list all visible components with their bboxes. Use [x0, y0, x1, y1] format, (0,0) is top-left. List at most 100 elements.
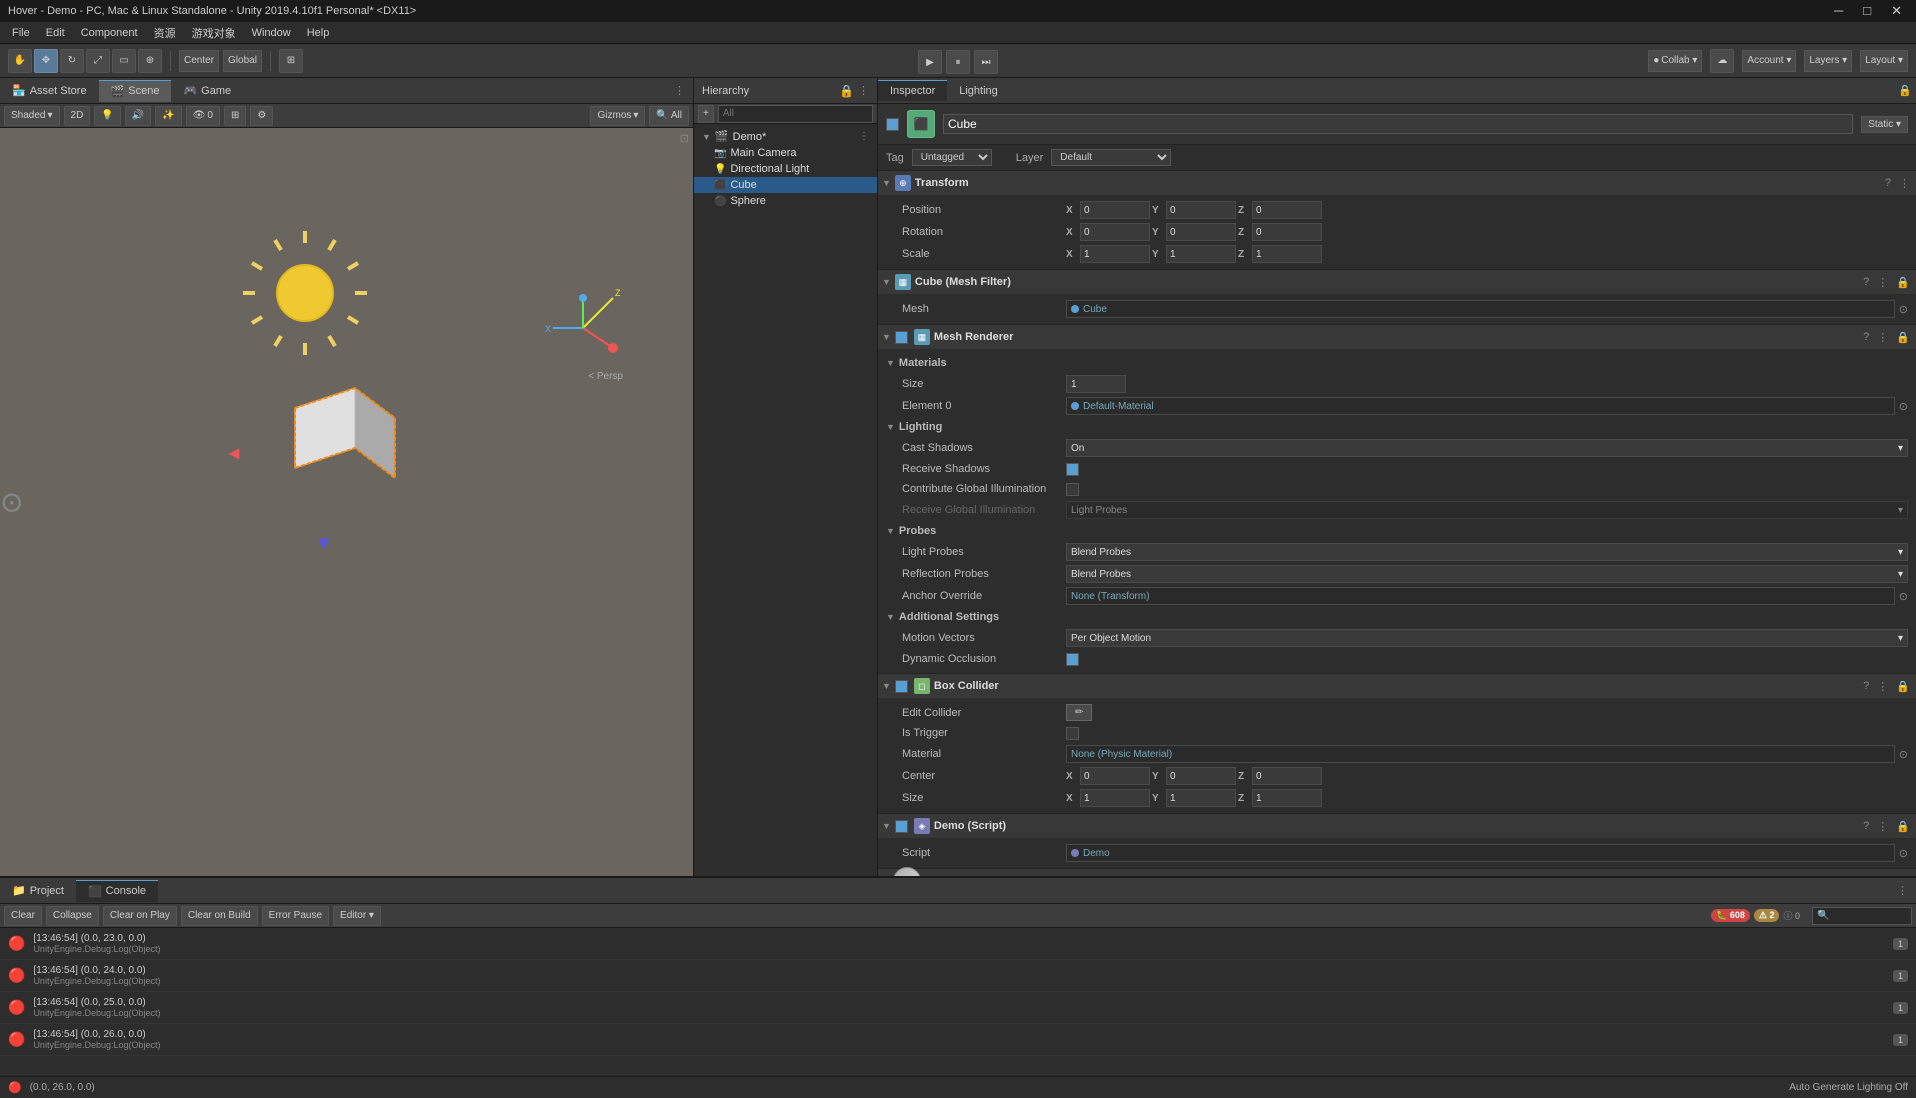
menu-edit[interactable]: Edit [38, 25, 73, 41]
scale-x-input[interactable] [1080, 245, 1150, 263]
hierarchy-item-directional-light[interactable]: 💡 Directional Light [694, 161, 877, 177]
console-search-input[interactable] [1812, 907, 1912, 925]
csize-z-input[interactable] [1252, 789, 1322, 807]
maximize-button[interactable]: □ [1857, 3, 1877, 19]
pause-button[interactable]: ⏸ [946, 50, 970, 74]
move-y-arrow[interactable]: ▼ [315, 533, 333, 554]
script-obj-field[interactable]: Demo [1066, 844, 1895, 862]
scene-panel-options[interactable]: ⋮ [666, 84, 693, 97]
inspector-lock-icon[interactable]: 🔒 [1898, 84, 1912, 97]
center-x-input[interactable] [1080, 767, 1150, 785]
position-z-input[interactable] [1252, 201, 1322, 219]
demo-script-help-btn[interactable]: ? [1861, 820, 1871, 833]
search-all-btn[interactable]: 🔍 All [649, 106, 689, 126]
center-y-input[interactable] [1166, 767, 1236, 785]
object-name-input[interactable] [943, 114, 1853, 134]
console-tab[interactable]: ⬛ Console [76, 880, 158, 902]
box-collider-settings-btn[interactable]: ⋮ [1875, 680, 1890, 693]
collider-material-field[interactable]: None (Physic Material) [1066, 745, 1895, 763]
mesh-filter-settings-btn[interactable]: ⋮ [1875, 276, 1890, 289]
play-button[interactable]: ▶ [918, 50, 942, 74]
mesh-filter-lock-btn[interactable]: 🔒 [1894, 276, 1912, 289]
log-entry-3[interactable]: 🔴 [13:46:54] (0.0, 26.0, 0.0) UnityEngin… [0, 1024, 1916, 1056]
edit-collider-button[interactable]: ✏ [1066, 704, 1092, 721]
inspector-tab[interactable]: Inspector [878, 80, 947, 101]
menu-component[interactable]: Component [73, 25, 146, 41]
box-collider-header[interactable]: ▼ ◻ Box Collider ? ⋮ 🔒 [878, 674, 1916, 698]
mesh-filter-help-btn[interactable]: ? [1861, 276, 1871, 289]
hidden-objects-btn[interactable]: 👁 0 [186, 106, 220, 126]
collider-material-select-btn[interactable]: ⊙ [1899, 748, 1908, 761]
step-button[interactable]: ⏭ [974, 50, 998, 74]
tag-select[interactable]: Untagged [912, 149, 992, 166]
reflection-probes-dropdown[interactable]: Blend Probes ▾ [1066, 565, 1908, 583]
scene-grid-btn[interactable]: ⊞ [224, 106, 246, 126]
transform-help-btn[interactable]: ? [1883, 177, 1893, 190]
rotation-x-input[interactable] [1080, 223, 1150, 241]
move-x-arrow[interactable]: ◄ [225, 443, 243, 464]
demo-script-settings-btn[interactable]: ⋮ [1875, 820, 1890, 833]
hierarchy-options[interactable]: ⋮ [858, 84, 869, 97]
additional-settings-header[interactable]: ▼ Additional Settings [878, 607, 1916, 627]
rotation-z-input[interactable] [1252, 223, 1322, 241]
clear-on-build-button[interactable]: Clear on Build [181, 906, 258, 926]
element0-select-btn[interactable]: ⊙ [1899, 400, 1908, 413]
minimize-button[interactable]: ─ [1828, 3, 1849, 19]
create-button[interactable]: + [698, 105, 714, 123]
anchor-select-btn[interactable]: ⊙ [1899, 590, 1908, 603]
rect-tool[interactable]: ▭ [112, 49, 136, 73]
demo-script-header[interactable]: ▼ ◈ Demo (Script) ? ⋮ 🔒 [878, 814, 1916, 838]
pivot-toggle[interactable]: Center [179, 50, 219, 72]
probes-section-header[interactable]: ▼ Probes [878, 521, 1916, 541]
custom-tool[interactable]: ⊕ [138, 49, 162, 73]
collapse-button[interactable]: Collapse [46, 906, 99, 926]
center-z-input[interactable] [1252, 767, 1322, 785]
layers-button[interactable]: Layers ▾ [1804, 50, 1852, 72]
hierarchy-search-input[interactable] [718, 105, 873, 123]
rotate-tool[interactable]: ↻ [60, 49, 84, 73]
static-button[interactable]: Static ▾ [1861, 116, 1908, 133]
hierarchy-item-sphere[interactable]: ⚫ Sphere [694, 193, 877, 209]
default-material-header[interactable]: ▶ Default-Material ⊙ [878, 869, 1916, 876]
clear-button[interactable]: Clear [4, 906, 42, 926]
audio-toggle[interactable]: 🔊 [125, 106, 151, 126]
hierarchy-item-main-camera[interactable]: 📷 Main Camera [694, 145, 877, 161]
size-input[interactable] [1066, 375, 1126, 393]
box-collider-enabled-checkbox[interactable] [895, 680, 908, 693]
log-entry-2[interactable]: 🔴 [13:46:54] (0.0, 25.0, 0.0) UnityEngin… [0, 992, 1916, 1024]
lighting-section-header[interactable]: ▼ Lighting [878, 417, 1916, 437]
clear-on-play-button[interactable]: Clear on Play [103, 906, 177, 926]
scale-z-input[interactable] [1252, 245, 1322, 263]
error-pause-button[interactable]: Error Pause [262, 906, 329, 926]
csize-y-input[interactable] [1166, 789, 1236, 807]
cast-shadows-dropdown[interactable]: On ▾ [1066, 439, 1908, 457]
scene-options-btn[interactable]: ⚙ [250, 106, 273, 126]
hierarchy-item-demo[interactable]: ▼ 🎬 Demo* ⋮ [694, 128, 877, 145]
lighting-toggle[interactable]: 💡 [94, 106, 120, 126]
hierarchy-lock[interactable]: 🔒 [839, 84, 854, 98]
asset-store-tab[interactable]: 🏪 Asset Store [0, 80, 99, 101]
mesh-obj-field[interactable]: Cube [1066, 300, 1895, 318]
demo-script-enabled-checkbox[interactable] [895, 820, 908, 833]
box-collider-help-btn[interactable]: ? [1861, 680, 1871, 693]
project-tab[interactable]: 📁 Project [0, 880, 76, 901]
position-x-input[interactable] [1080, 201, 1150, 219]
anchor-override-field[interactable]: None (Transform) [1066, 587, 1895, 605]
contribute-gi-checkbox[interactable] [1066, 483, 1079, 496]
materials-section-header[interactable]: ▼ Materials [878, 353, 1916, 373]
mesh-renderer-help-btn[interactable]: ? [1861, 331, 1871, 344]
mesh-renderer-header[interactable]: ▼ ▦ Mesh Renderer ? ⋮ 🔒 [878, 325, 1916, 349]
mesh-select-btn[interactable]: ⊙ [1899, 303, 1908, 316]
motion-vectors-dropdown[interactable]: Per Object Motion ▾ [1066, 629, 1908, 647]
element0-obj-field[interactable]: Default-Material [1066, 397, 1895, 415]
effects-toggle[interactable]: ✨ [155, 106, 181, 126]
hand-tool[interactable]: ✋ [8, 49, 32, 73]
account-button[interactable]: Account ▾ [1742, 50, 1796, 72]
mesh-renderer-settings-btn[interactable]: ⋮ [1875, 331, 1890, 344]
snap-button[interactable]: ⊞ [279, 49, 303, 73]
bottom-panel-options[interactable]: ⋮ [1889, 884, 1916, 897]
space-toggle[interactable]: Global [223, 50, 262, 72]
layout-button[interactable]: Layout ▾ [1860, 50, 1908, 72]
menu-assets[interactable]: 资源 [146, 23, 184, 43]
is-trigger-checkbox[interactable] [1066, 727, 1079, 740]
